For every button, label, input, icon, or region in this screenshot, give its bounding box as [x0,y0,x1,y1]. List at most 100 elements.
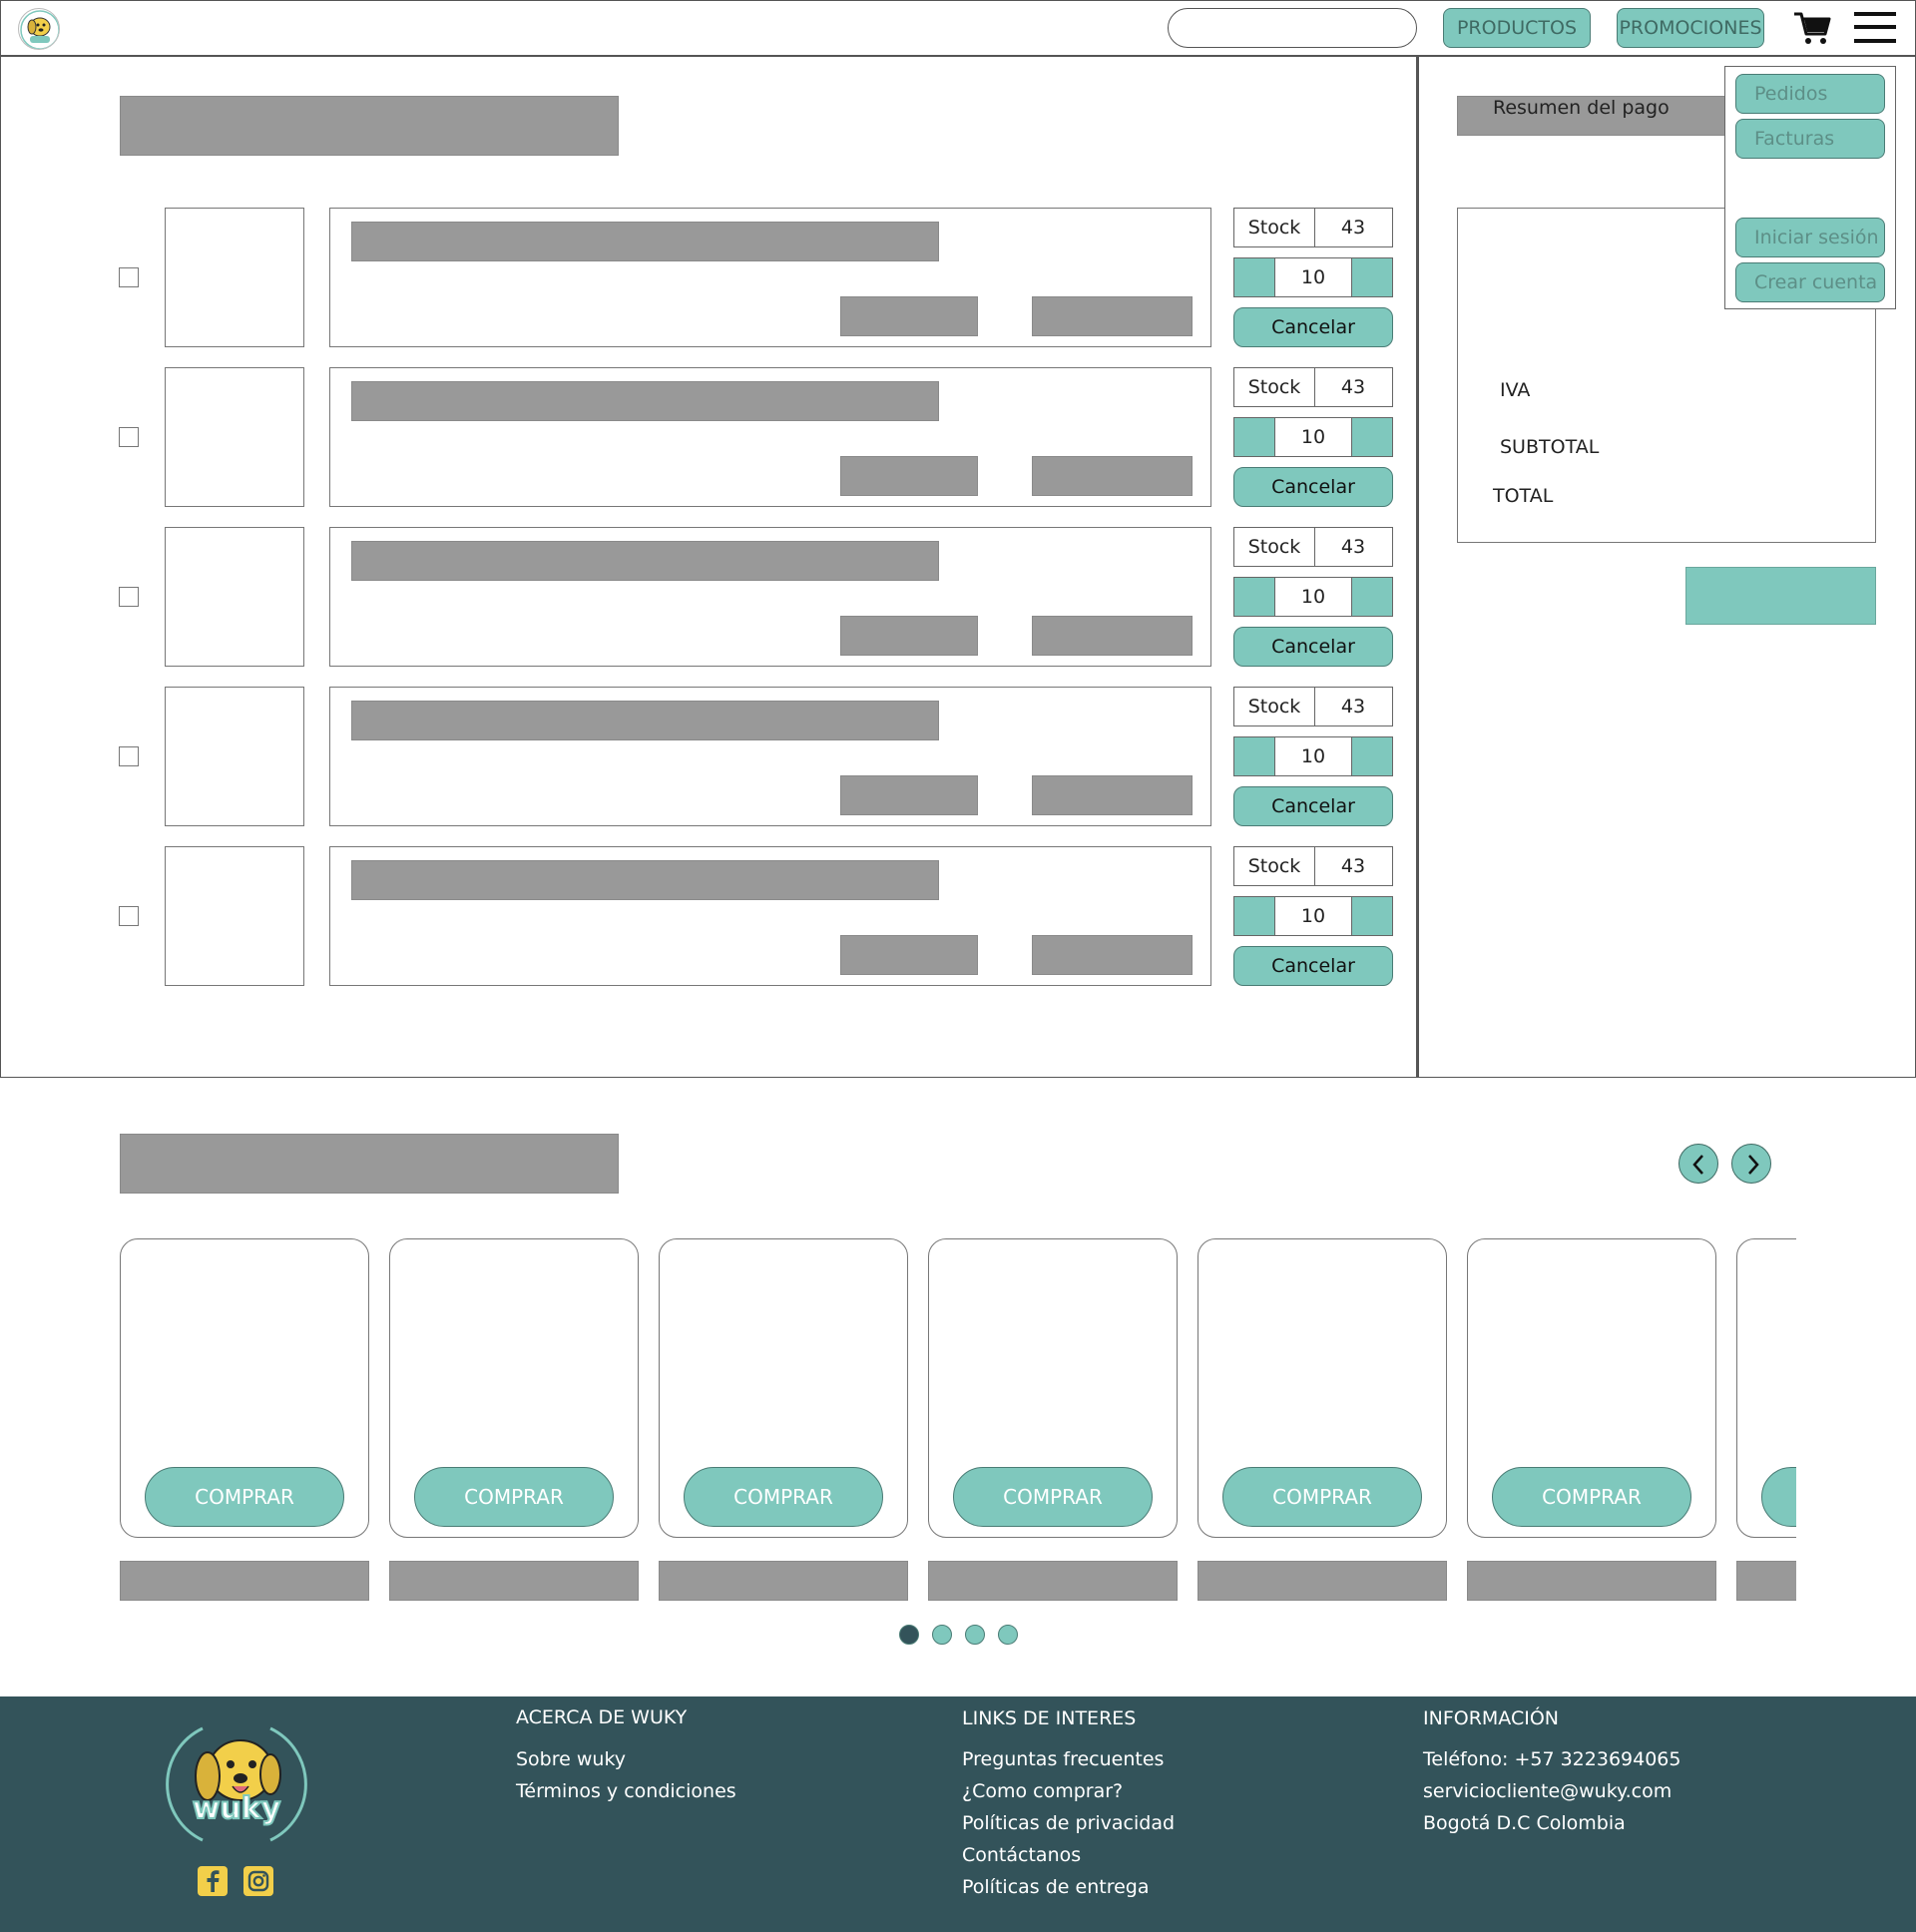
carousel-page-dot[interactable] [899,1625,919,1645]
cancel-item-button[interactable]: Cancelar [1233,467,1393,507]
item-image [165,687,304,826]
chevron-right-icon[interactable] [1731,1144,1771,1184]
comprar-button[interactable]: COMPRAR [1492,1467,1691,1527]
carousel-page-dot[interactable] [932,1625,952,1645]
increase-quantity-button[interactable] [1351,737,1392,775]
stock-value: 43 [1340,536,1366,558]
stock-value: 43 [1340,217,1366,239]
cancel-item-button[interactable]: Cancelar [1233,627,1393,667]
increase-quantity-button[interactable] [1351,897,1392,935]
chevron-left-icon[interactable] [1678,1144,1718,1184]
nav-productos-button[interactable]: PRODUCTOS [1443,8,1591,48]
footer-link-preguntas[interactable]: Preguntas frecuentes [962,1748,1164,1770]
item-stock: Stock 43 [1233,527,1393,567]
menu-item-crear-cuenta[interactable]: Crear cuenta [1735,262,1885,302]
footer-location: Bogotá D.C Colombia [1423,1812,1626,1834]
instagram-icon[interactable] [243,1866,273,1896]
cart-title-placeholder [120,96,619,156]
quantity-stepper: 10 [1233,257,1393,297]
decrease-quantity-button[interactable] [1234,418,1275,456]
comprar-button[interactable]: COMPRAR [953,1467,1153,1527]
stock-value: 43 [1340,696,1366,718]
footer-link-sobre-wuky[interactable]: Sobre wuky [516,1748,626,1770]
comprar-button[interactable]: COMPRAR [1222,1467,1422,1527]
comprar-button[interactable]: COMPRAR [1761,1467,1796,1527]
facebook-icon[interactable] [198,1866,228,1896]
item-select-checkbox[interactable] [119,267,139,287]
quantity-stepper: 10 [1233,577,1393,617]
item-stock: Stock 43 [1233,846,1393,886]
item-select-checkbox[interactable] [119,906,139,926]
footer-link-terminos[interactable]: Términos y condiciones [516,1780,736,1802]
quantity-value[interactable]: 10 [1274,578,1352,616]
item-select-checkbox[interactable] [119,427,139,447]
product-name-placeholder [1467,1561,1716,1601]
subtotal-label: SUBTOTAL [1500,436,1600,458]
cancel-item-button[interactable]: Cancelar [1233,946,1393,986]
product-card: COMPRAR [120,1238,369,1538]
comprar-button[interactable]: COMPRAR [145,1467,344,1527]
item-image [165,208,304,347]
decrease-quantity-button[interactable] [1234,737,1275,775]
product-card: COMPRAR [1467,1238,1716,1538]
quantity-value[interactable]: 10 [1274,418,1352,456]
item-name-placeholder [351,541,939,581]
item-image [165,367,304,507]
product-name-placeholder [389,1561,639,1601]
menu-item-facturas[interactable]: Facturas [1735,119,1885,159]
wuky-logo[interactable] [18,8,60,50]
decrease-quantity-button[interactable] [1234,897,1275,935]
carousel-page-dot[interactable] [998,1625,1018,1645]
item-select-checkbox[interactable] [119,746,139,766]
carousel-title-placeholder [120,1134,619,1194]
comprar-button[interactable]: COMPRAR [684,1467,883,1527]
product-name-placeholder [120,1561,369,1601]
stock-label: Stock [1234,209,1315,246]
total-label: TOTAL [1493,485,1554,507]
product-name-placeholder [1736,1561,1796,1601]
pay-button[interactable] [1685,567,1876,625]
product-card: COMPRAR [1736,1238,1796,1538]
increase-quantity-button[interactable] [1351,418,1392,456]
wuky-footer-logo: wuky [163,1718,310,1850]
footer-link-entrega[interactable]: Políticas de entrega [962,1876,1149,1898]
item-image [165,846,304,986]
item-total-placeholder [1032,775,1193,815]
footer-link-como-comprar[interactable]: ¿Como comprar? [962,1780,1123,1802]
iva-label: IVA [1500,379,1531,401]
quantity-value[interactable]: 10 [1274,897,1352,935]
carousel-page-dot[interactable] [965,1625,985,1645]
nav-promociones-button[interactable]: PROMOCIONES [1617,8,1764,48]
decrease-quantity-button[interactable] [1234,258,1275,296]
search-input[interactable] [1168,8,1417,48]
product-name-placeholder [928,1561,1178,1601]
footer-link-privacidad[interactable]: Políticas de privacidad [962,1812,1175,1834]
cart-icon[interactable] [1792,10,1832,46]
user-dropdown-menu: Pedidos Facturas Iniciar sesión Crear cu… [1724,66,1896,309]
decrease-quantity-button[interactable] [1234,578,1275,616]
footer-email[interactable]: serviciocliente@wuky.com [1423,1780,1672,1802]
item-price-placeholder [840,456,978,496]
item-stock: Stock 43 [1233,208,1393,247]
cancel-item-button[interactable]: Cancelar [1233,307,1393,347]
menu-item-iniciar-sesion[interactable]: Iniciar sesión [1735,218,1885,257]
item-image [165,527,304,667]
footer-link-contactanos[interactable]: Contáctanos [962,1844,1081,1866]
quantity-value[interactable]: 10 [1274,258,1352,296]
item-price-placeholder [840,935,978,975]
quantity-value[interactable]: 10 [1274,737,1352,775]
comprar-button[interactable]: COMPRAR [414,1467,614,1527]
footer-info-title: INFORMACIÓN [1423,1707,1559,1729]
menu-item-pedidos[interactable]: Pedidos [1735,74,1885,114]
product-name-placeholder [1198,1561,1447,1601]
item-total-placeholder [1032,935,1193,975]
increase-quantity-button[interactable] [1351,578,1392,616]
item-stock: Stock 43 [1233,687,1393,726]
quantity-stepper: 10 [1233,736,1393,776]
stock-label: Stock [1234,847,1315,885]
item-select-checkbox[interactable] [119,587,139,607]
product-carousel: COMPRAR COMPRAR COMPRAR COMPRAR COMPRAR [0,1227,1796,1607]
hamburger-menu-icon[interactable] [1854,12,1896,44]
increase-quantity-button[interactable] [1351,258,1392,296]
cancel-item-button[interactable]: Cancelar [1233,786,1393,826]
